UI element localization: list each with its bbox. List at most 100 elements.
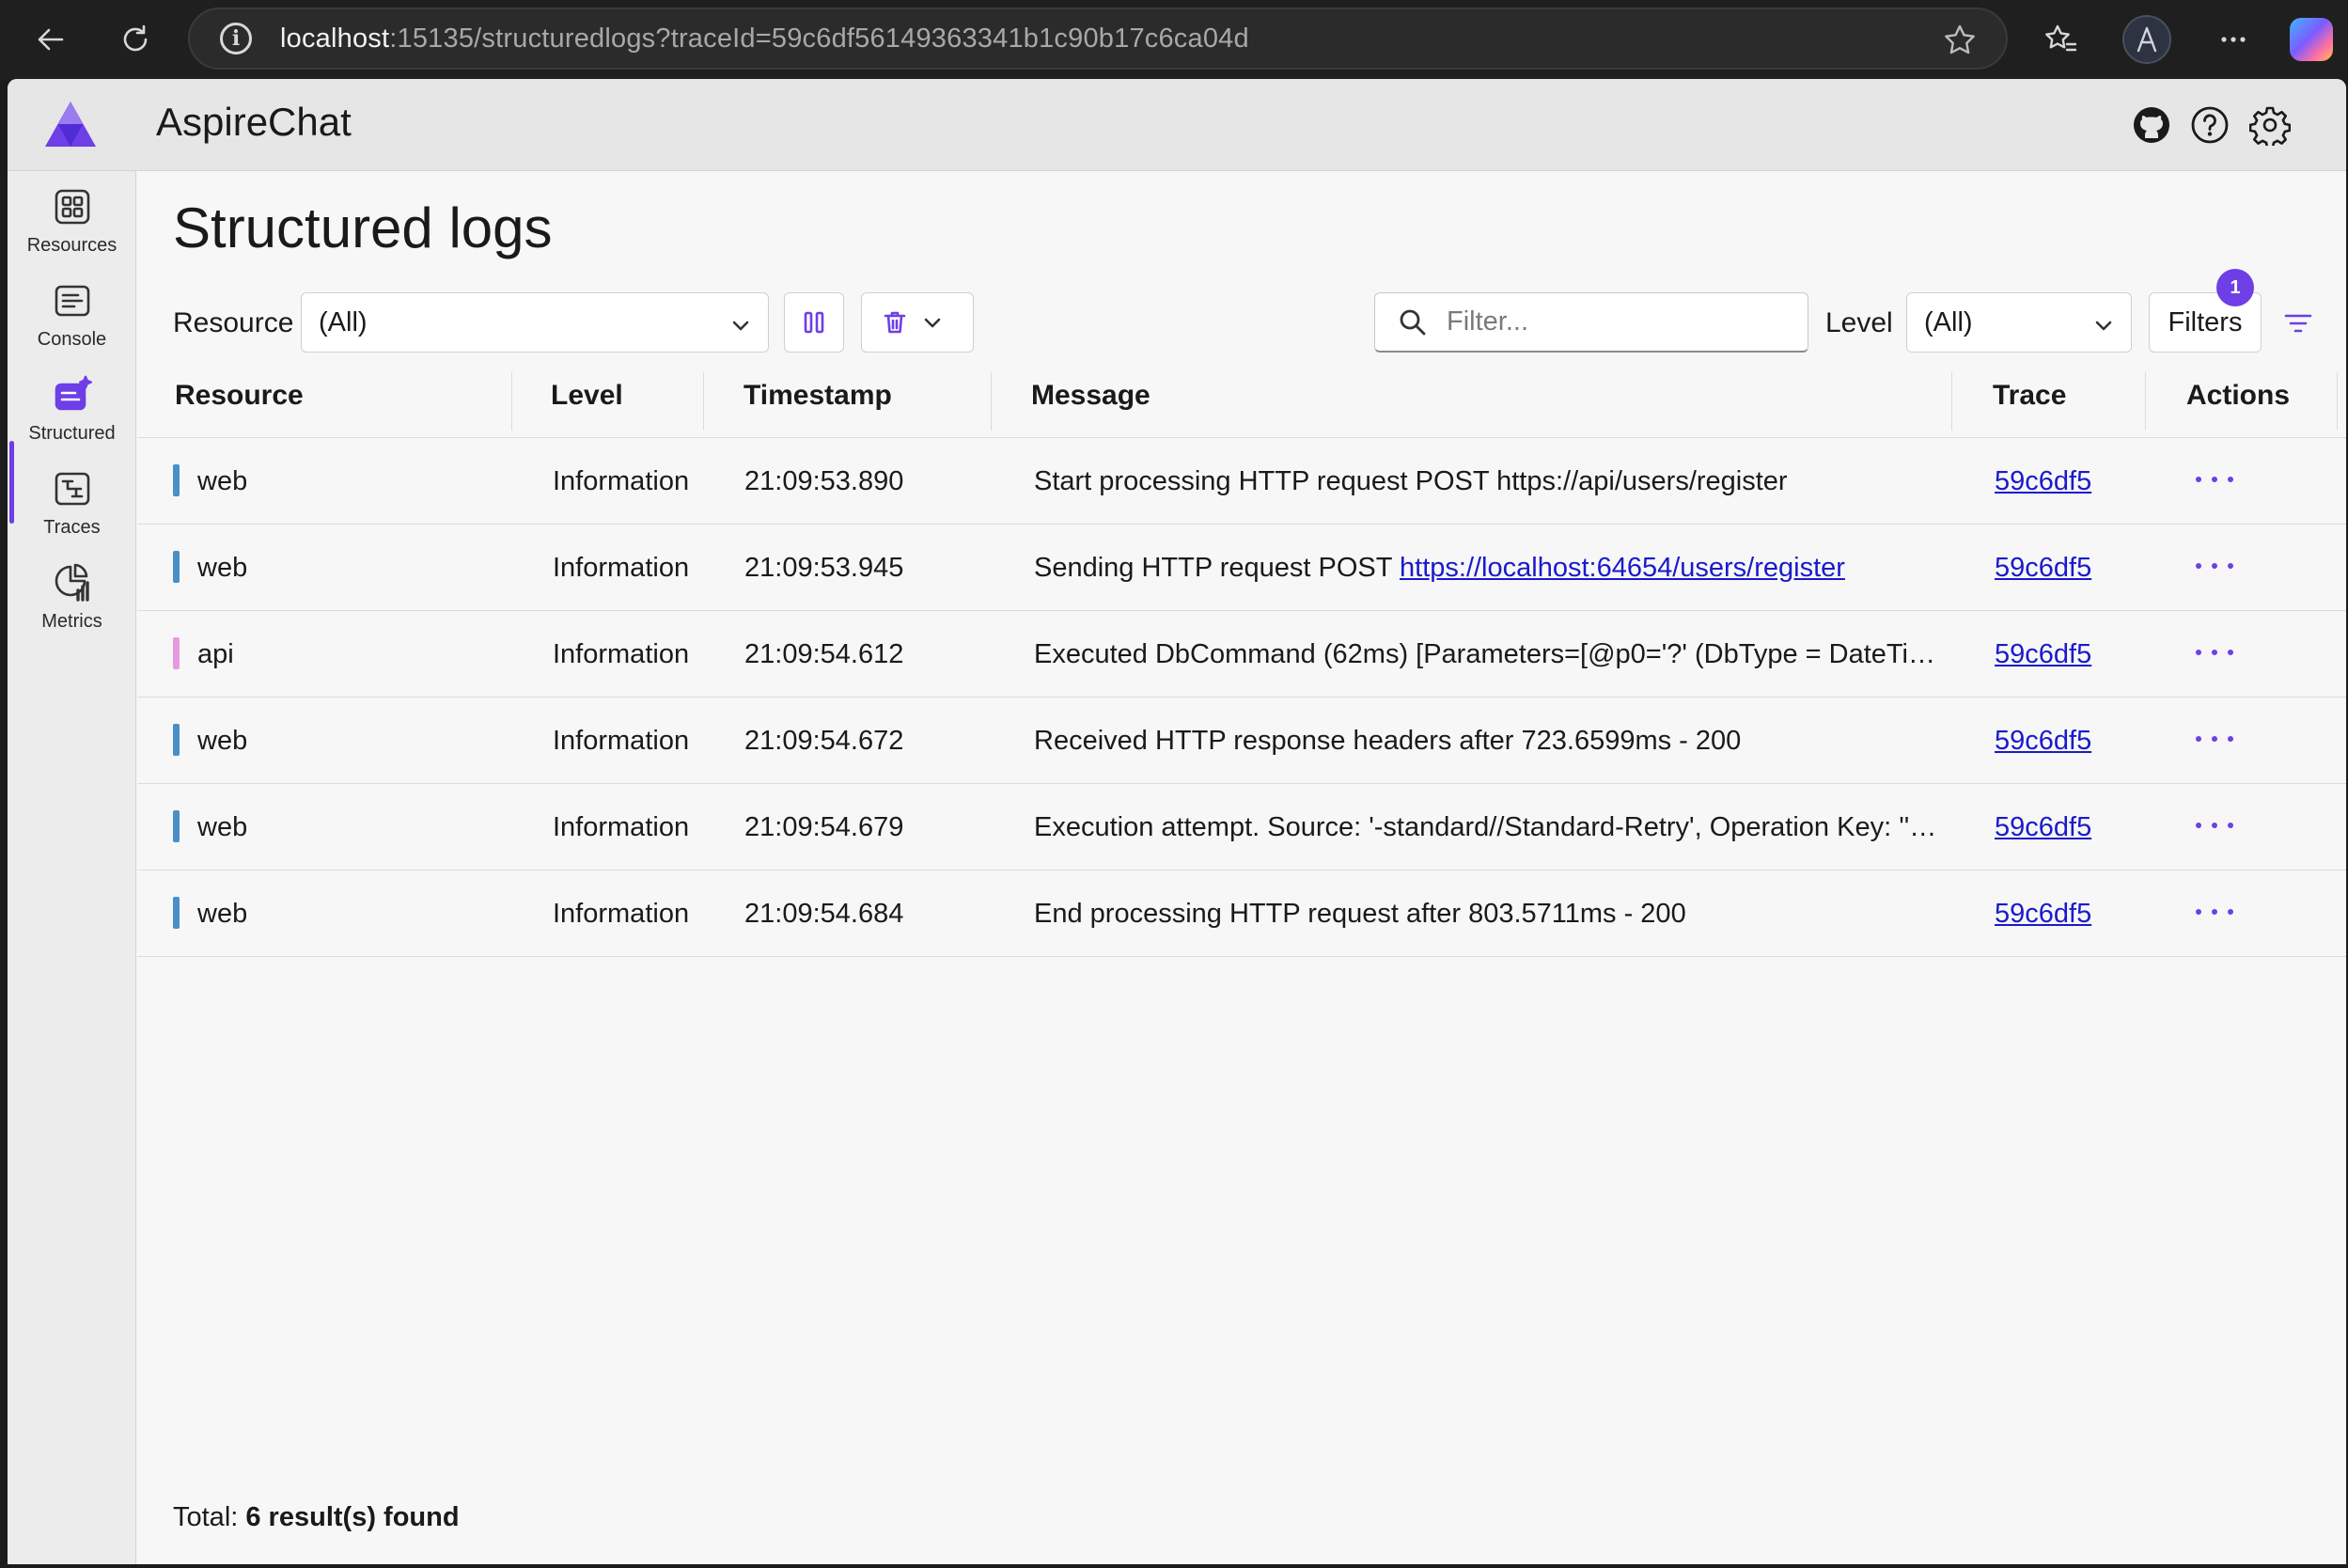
aspire-logo-icon[interactable] <box>43 100 98 149</box>
address-bar[interactable]: i localhost:15135/structuredlogs?traceId… <box>188 8 2008 70</box>
resource-filter-label: Resource <box>173 307 294 338</box>
message-cell[interactable]: Execution attempt. Source: '-standard//S… <box>1034 812 1940 843</box>
pause-icon <box>804 311 824 334</box>
trace-link[interactable]: 59c6df5 <box>1995 466 2091 497</box>
nav-item-structured[interactable]: Structured <box>8 368 136 459</box>
message-url-link[interactable]: https://localhost:64654/users/register <box>1400 553 1845 583</box>
row-actions-button[interactable] <box>2196 897 2233 927</box>
column-header-timestamp[interactable]: Timestamp <box>744 380 892 412</box>
column-header-message[interactable]: Message <box>1031 380 1151 412</box>
resource-select-value: (All) <box>319 306 368 337</box>
table-row[interactable]: api Information 21:09:54.612 Executed Db… <box>137 611 2346 698</box>
column-header-resource[interactable]: Resource <box>175 380 304 412</box>
level-cell: Information <box>553 466 690 496</box>
settings-button[interactable] <box>2246 102 2293 149</box>
more-icon <box>2228 823 2233 828</box>
message-cell[interactable]: Sending HTTP request POST https://localh… <box>1034 553 1940 584</box>
site-info-icon[interactable]: i <box>220 23 252 55</box>
message-cell[interactable]: Start processing HTTP request POST https… <box>1034 466 1940 497</box>
filters-count-badge: 1 <box>2216 269 2254 306</box>
level-cell: Information <box>553 899 690 929</box>
nav-label: Traces <box>43 517 101 538</box>
more-icon <box>2228 563 2233 569</box>
resource-cell: api <box>197 639 234 669</box>
trash-icon <box>884 311 906 334</box>
favorite-star-button[interactable] <box>1942 23 1978 58</box>
results-count: 6 result(s) found <box>245 1502 460 1532</box>
message-cell[interactable]: Executed DbCommand (62ms) [Parameters=[@… <box>1034 639 1940 670</box>
message-cell[interactable]: Received HTTP response headers after 723… <box>1034 726 1940 757</box>
message-text: Start processing HTTP request POST https… <box>1034 466 1788 496</box>
column-header-level[interactable]: Level <box>551 380 623 412</box>
column-resize-handle[interactable] <box>2337 372 2338 431</box>
column-header-actions[interactable]: Actions <box>2186 380 2290 412</box>
level-cell: Information <box>553 639 690 669</box>
github-button[interactable] <box>2128 102 2175 149</box>
column-header-trace[interactable]: Trace <box>1993 380 2066 412</box>
table-row[interactable]: web Information 21:09:53.945 Sending HTT… <box>137 525 2346 611</box>
nav-label: Metrics <box>41 611 102 632</box>
copilot-button[interactable] <box>2290 18 2333 61</box>
filter-lines-icon[interactable] <box>2282 307 2314 339</box>
trace-link[interactable]: 59c6df5 <box>1995 639 2091 670</box>
nav-item-console[interactable]: Console <box>8 274 136 365</box>
row-actions-button[interactable] <box>2196 464 2233 494</box>
profile-avatar[interactable] <box>2122 15 2171 64</box>
row-actions-button[interactable] <box>2196 724 2233 754</box>
trace-link[interactable]: 59c6df5 <box>1995 726 2091 757</box>
app-title[interactable]: AspireChat <box>156 100 352 145</box>
level-select[interactable]: (All) <box>1906 292 2132 353</box>
resource-select[interactable]: (All) <box>301 292 769 353</box>
resource-color-bar <box>173 810 180 842</box>
table-row[interactable]: web Information 21:09:53.890 Start proce… <box>137 438 2346 525</box>
column-resize-handle[interactable] <box>991 372 992 431</box>
row-actions-button[interactable] <box>2196 637 2233 667</box>
filter-search-box[interactable] <box>1374 292 1808 353</box>
favorites-icon <box>2045 24 2077 52</box>
trace-link[interactable]: 59c6df5 <box>1995 553 2091 584</box>
resource-cell: web <box>197 466 248 496</box>
more-icon <box>2228 477 2233 482</box>
reload-icon <box>123 24 148 52</box>
message-cell[interactable]: End processing HTTP request after 803.57… <box>1034 899 1940 930</box>
table-row[interactable]: web Information 21:09:54.684 End process… <box>137 870 2346 957</box>
row-actions-button[interactable] <box>2196 810 2233 840</box>
row-actions-button[interactable] <box>2196 551 2233 581</box>
url-text[interactable]: localhost:15135/structuredlogs?traceId=5… <box>280 24 1249 55</box>
filter-input[interactable] <box>1447 306 1785 337</box>
message-text: End processing HTTP request after 803.57… <box>1034 899 1686 929</box>
trace-link[interactable]: 59c6df5 <box>1995 812 2091 843</box>
column-resize-handle[interactable] <box>1951 372 1952 431</box>
reload-button[interactable] <box>113 17 158 62</box>
app-header: AspireChat <box>8 79 2346 171</box>
timestamp-cell: 21:09:54.679 <box>744 812 904 842</box>
table-row[interactable]: web Information 21:09:54.672 Received HT… <box>137 698 2346 784</box>
chevron-down-icon[interactable] <box>922 312 943 333</box>
pause-button[interactable] <box>784 292 844 353</box>
chevron-down-icon <box>2093 312 2114 333</box>
nav-item-traces[interactable]: Traces <box>8 463 136 553</box>
resource-color-bar <box>173 897 180 929</box>
more-icon <box>2228 909 2233 915</box>
back-button[interactable] <box>28 17 73 62</box>
clear-logs-button[interactable] <box>861 292 974 353</box>
message-text: Sending HTTP request POST <box>1034 553 1401 583</box>
column-resize-handle[interactable] <box>703 372 704 431</box>
table-row[interactable]: web Information 21:09:54.679 Execution a… <box>137 784 2346 870</box>
trace-link[interactable]: 59c6df5 <box>1995 899 2091 930</box>
nav-item-resources[interactable]: Resources <box>8 180 136 271</box>
more-icon <box>2228 650 2233 655</box>
results-summary: Total: 6 result(s) found <box>173 1502 460 1533</box>
more-icon <box>2196 563 2201 569</box>
more-options-button[interactable] <box>2209 15 2258 64</box>
column-resize-handle[interactable] <box>511 372 512 431</box>
star-icon <box>1945 24 1975 55</box>
more-icon <box>2212 650 2217 655</box>
nav-item-metrics[interactable]: Metrics <box>8 557 136 647</box>
level-filter-label: Level <box>1825 307 1893 338</box>
column-resize-handle[interactable] <box>2145 372 2146 431</box>
traces-icon <box>52 468 93 510</box>
favorites-button[interactable] <box>2036 15 2085 64</box>
help-button[interactable] <box>2186 102 2233 149</box>
resource-cell: web <box>197 726 248 756</box>
